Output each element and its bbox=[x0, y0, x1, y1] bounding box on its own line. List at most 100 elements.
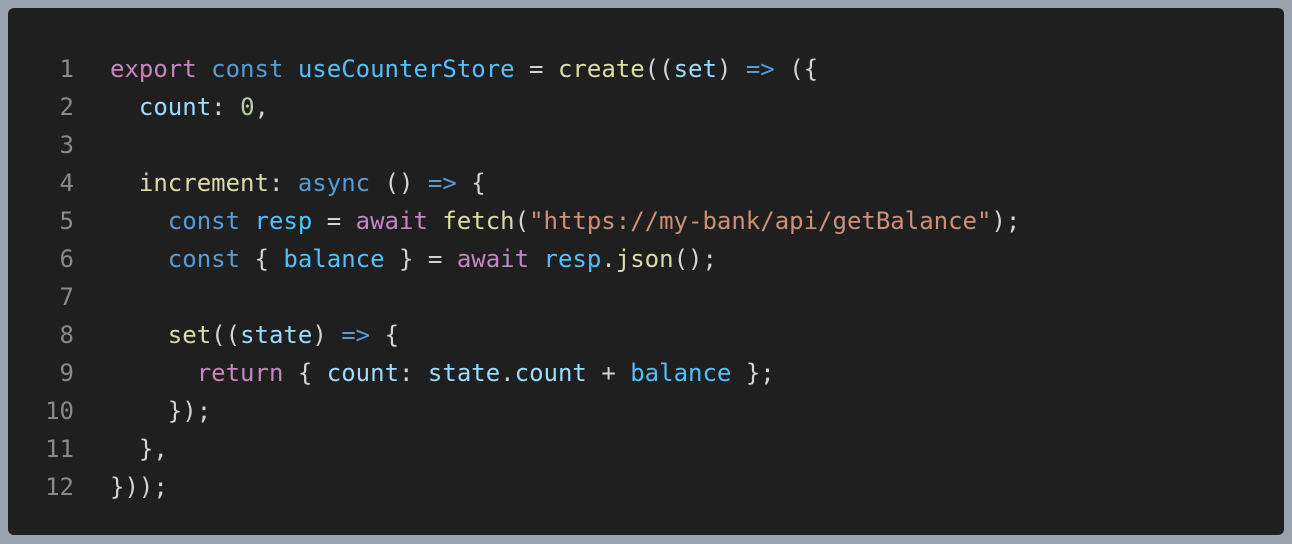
code-line: 3 bbox=[8, 126, 1284, 164]
code-token: balance bbox=[283, 245, 385, 273]
code-token: resp bbox=[254, 207, 313, 235]
code-token: : bbox=[211, 93, 241, 121]
code-token: await bbox=[456, 245, 530, 273]
line-code: count: 0, bbox=[110, 88, 269, 126]
code-token: (( bbox=[211, 321, 241, 349]
code-token: }, bbox=[110, 435, 168, 463]
code-token: (( bbox=[644, 55, 674, 83]
line-code: const resp = await fetch("https://my-ban… bbox=[110, 202, 1021, 240]
code-token: ) bbox=[716, 55, 746, 83]
code-token: resp bbox=[543, 245, 602, 273]
code-line: 10 }); bbox=[8, 392, 1284, 430]
code-line: 2 count: 0, bbox=[8, 88, 1284, 126]
line-code: return { count: state.count + balance }; bbox=[110, 354, 775, 392]
code-token: create bbox=[557, 55, 645, 83]
code-token: () bbox=[370, 169, 428, 197]
code-line: 11 }, bbox=[8, 430, 1284, 468]
line-number: 5 bbox=[59, 207, 74, 235]
code-token: }; bbox=[731, 359, 775, 387]
code-token: "https://my-bank/api/getBalance" bbox=[529, 207, 992, 235]
line-number: 12 bbox=[45, 473, 74, 501]
code-line: 4 increment: async () => { bbox=[8, 164, 1284, 202]
code-token: } = bbox=[384, 245, 457, 273]
code-token: => bbox=[745, 55, 775, 83]
code-token: count bbox=[326, 359, 400, 387]
code-token: ); bbox=[991, 207, 1021, 235]
code-line: 9 return { count: state.count + balance … bbox=[8, 354, 1284, 392]
line-number: 4 bbox=[59, 169, 74, 197]
line-code: })); bbox=[110, 468, 168, 506]
code-token: })); bbox=[110, 473, 168, 501]
code-token: { bbox=[240, 245, 284, 273]
code-token: . bbox=[601, 245, 616, 273]
code-token: set bbox=[673, 55, 717, 83]
code-token: = bbox=[312, 207, 356, 235]
code-token: balance bbox=[630, 359, 732, 387]
line-number: 1 bbox=[59, 55, 74, 83]
code-token: count bbox=[514, 359, 587, 387]
line-code: }, bbox=[110, 430, 168, 468]
code-token: + bbox=[586, 359, 631, 387]
code-token: const bbox=[211, 55, 284, 83]
code-token: ({ bbox=[774, 55, 819, 83]
code-token: count bbox=[138, 93, 212, 121]
code-token: await bbox=[355, 207, 428, 235]
code-token: , bbox=[254, 93, 269, 121]
code-token: (); bbox=[673, 245, 717, 273]
line-number: 11 bbox=[45, 435, 74, 463]
code-token: ) bbox=[312, 321, 342, 349]
code-token: const bbox=[167, 245, 241, 273]
line-number: 3 bbox=[59, 131, 74, 159]
code-line: 8 set((state) => { bbox=[8, 316, 1284, 354]
code-token: { bbox=[370, 321, 400, 349]
line-code: set((state) => { bbox=[110, 316, 399, 354]
code-token: json bbox=[615, 245, 674, 273]
code-token: return bbox=[196, 359, 284, 387]
code-token: = bbox=[514, 55, 558, 83]
code-token: . bbox=[500, 359, 515, 387]
code-token: : bbox=[399, 359, 428, 387]
code-token: { bbox=[283, 359, 327, 387]
code-token: ( bbox=[514, 207, 530, 235]
code-token: => bbox=[341, 321, 371, 349]
code-token: const bbox=[167, 207, 241, 235]
line-number: 9 bbox=[59, 359, 74, 387]
code-token: async bbox=[297, 169, 371, 197]
code-line: 6 const { balance } = await resp.json(); bbox=[8, 240, 1284, 278]
code-token: { bbox=[456, 169, 486, 197]
code-block: 1 export const useCounterStore = create((… bbox=[8, 8, 1284, 535]
code-line: 7 bbox=[8, 278, 1284, 316]
code-token: useCounterStore bbox=[297, 55, 515, 83]
code-token: state bbox=[427, 359, 501, 387]
code-token: increment bbox=[138, 169, 269, 197]
line-code: increment: async () => { bbox=[110, 164, 486, 202]
line-code: const { balance } = await resp.json(); bbox=[110, 240, 717, 278]
code-token: state bbox=[240, 321, 313, 349]
code-token: => bbox=[427, 169, 457, 197]
code-token: 0 bbox=[240, 93, 255, 121]
code-line: 5 const resp = await fetch("https://my-b… bbox=[8, 202, 1284, 240]
code-line: 12})); bbox=[8, 468, 1284, 506]
line-number: 10 bbox=[45, 397, 74, 425]
code-token: export bbox=[110, 55, 197, 83]
line-number: 6 bbox=[59, 245, 74, 273]
line-number: 8 bbox=[59, 321, 74, 349]
code-token: : bbox=[268, 169, 298, 197]
line-number: 7 bbox=[59, 283, 74, 311]
code-token: }); bbox=[110, 397, 212, 425]
code-token: set bbox=[167, 321, 212, 349]
line-number: 2 bbox=[59, 93, 74, 121]
line-code: }); bbox=[110, 392, 211, 430]
code-line: 1 export const useCounterStore = create((… bbox=[8, 50, 1284, 88]
